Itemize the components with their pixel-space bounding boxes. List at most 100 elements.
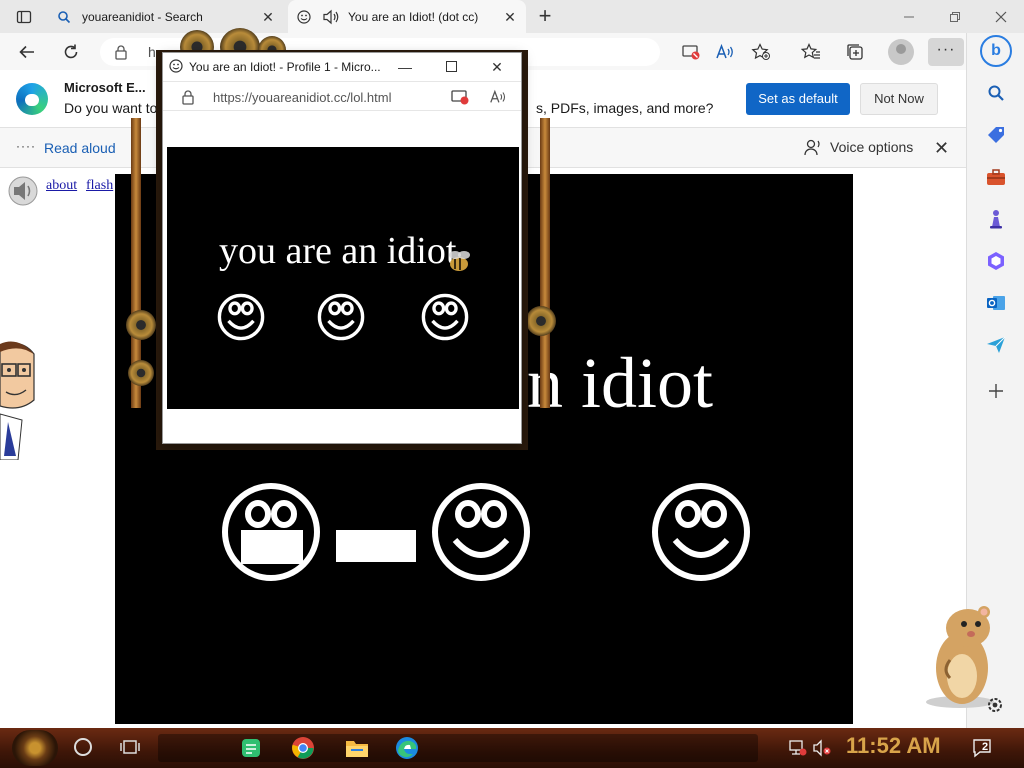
- voice-person-icon: [804, 139, 820, 156]
- sidebar-shopping-button[interactable]: [984, 123, 1008, 147]
- smiley-face-icon: [217, 293, 265, 341]
- tab-strip: youareanidiot - Search ✕ You are an Idio…: [0, 0, 1024, 33]
- profile-avatar[interactable]: [888, 39, 914, 65]
- back-button[interactable]: [12, 37, 42, 67]
- notification-count: 2: [982, 741, 989, 753]
- maximize-icon: [445, 61, 457, 72]
- prompt-text: Do you want to: [64, 100, 158, 116]
- speaker-icon[interactable]: [322, 9, 340, 25]
- popup-maximize-button[interactable]: [441, 57, 461, 77]
- office-icon: [988, 252, 1004, 270]
- tab-close-button[interactable]: ✕: [502, 9, 518, 25]
- favorites-icon: [801, 43, 820, 59]
- network-icon[interactable]: [788, 738, 808, 758]
- smiley-face-icon: [421, 293, 469, 341]
- gear-icon: [128, 360, 154, 386]
- tab-title: You are an Idiot! (dot cc): [348, 9, 479, 24]
- tab-youareanidiot[interactable]: You are an Idiot! (dot cc) ✕: [288, 0, 526, 33]
- search-icon: [56, 9, 72, 25]
- set-as-default-button[interactable]: Set as default: [746, 83, 850, 115]
- lock-icon: [182, 90, 194, 105]
- collections-button[interactable]: [840, 37, 870, 67]
- taskbar-notes-app[interactable]: [238, 735, 264, 761]
- taskbar-explorer-app[interactable]: [344, 735, 370, 761]
- popup-url: https://youareanidiot.cc/lol.html: [213, 90, 392, 105]
- blocked-popup-icon: [682, 45, 700, 60]
- tab-actions-icon: [16, 10, 32, 24]
- read-aloud-label[interactable]: Read aloud: [44, 140, 116, 156]
- star-add-icon: [751, 43, 770, 60]
- edge-logo-icon: [16, 83, 48, 115]
- not-now-button[interactable]: Not Now: [860, 83, 938, 115]
- read-aloud-icon: [716, 44, 733, 59]
- refresh-icon: [64, 44, 78, 59]
- minimize-icon: [904, 16, 914, 17]
- popup-minimize-button[interactable]: —: [395, 57, 415, 77]
- address-text: h: [148, 44, 156, 60]
- popup-title: You are an Idiot! - Profile 1 - Micro...: [189, 60, 381, 74]
- big-headline: n idiot: [527, 343, 714, 423]
- tab-close-button[interactable]: ✕: [260, 9, 276, 25]
- sidebar-search-button[interactable]: [984, 81, 1008, 105]
- tracking-prevention-button[interactable]: [676, 37, 706, 67]
- voice-options-button[interactable]: Voice options: [804, 138, 913, 156]
- steampunk-pipe: [540, 118, 550, 408]
- restore-button[interactable]: [932, 0, 978, 33]
- smiley-icon: [296, 9, 312, 25]
- plus-icon: [989, 384, 1003, 398]
- read-aloud-icon[interactable]: [489, 89, 507, 105]
- about-link[interactable]: about: [46, 178, 77, 194]
- bing-chat-icon[interactable]: b: [980, 35, 1012, 67]
- taskbar-clock[interactable]: 11:52 AM: [846, 733, 941, 759]
- sidebar-add-button[interactable]: [984, 379, 1008, 403]
- settings-more-button[interactable]: ···: [928, 38, 964, 66]
- close-read-aloud-button[interactable]: ✕: [934, 138, 949, 159]
- taskbar-search-icon[interactable]: [74, 738, 92, 756]
- flash-link[interactable]: flash: [86, 178, 113, 194]
- minimize-button[interactable]: [886, 0, 932, 33]
- refresh-button[interactable]: [56, 37, 86, 67]
- sidebar-games-button[interactable]: [984, 207, 1008, 231]
- close-window-button[interactable]: [978, 0, 1024, 33]
- popup-address-bar[interactable]: https://youareanidiot.cc/lol.html: [163, 81, 521, 111]
- taskbar-chrome-app[interactable]: [290, 735, 316, 761]
- lock-icon: [115, 45, 127, 60]
- page-speaker-icon[interactable]: [6, 176, 40, 206]
- new-tab-button[interactable]: +: [532, 4, 558, 30]
- task-view-icon[interactable]: [120, 738, 140, 756]
- popup-titlebar[interactable]: You are an Idiot! - Profile 1 - Micro...…: [163, 53, 521, 81]
- sidebar-office-button[interactable]: [984, 249, 1008, 273]
- tab-search[interactable]: youareanidiot - Search ✕: [48, 0, 284, 33]
- sidebar-tools-button[interactable]: [984, 165, 1008, 189]
- volume-muted-icon[interactable]: [812, 738, 832, 758]
- toolbox-icon: [987, 169, 1005, 185]
- add-favorite-button[interactable]: [746, 37, 776, 67]
- send-icon: [987, 336, 1006, 353]
- glitch-block: [336, 530, 416, 562]
- start-button[interactable]: [12, 730, 58, 766]
- voice-options-label: Voice options: [830, 139, 914, 155]
- read-aloud-more-icon[interactable]: ····: [16, 139, 36, 153]
- tab-actions-button[interactable]: [8, 5, 40, 29]
- favorites-button[interactable]: [796, 37, 826, 67]
- popup-close-button[interactable]: ✕: [487, 57, 507, 77]
- chrome-icon: [292, 737, 314, 759]
- popup-headline: you are an idiot: [219, 230, 457, 272]
- taskbar-edge-app[interactable]: [394, 735, 420, 761]
- taskbar: 11:52 AM 2: [0, 728, 1024, 768]
- shopping-tag-icon: [988, 127, 1004, 143]
- popup-window[interactable]: You are an Idiot! - Profile 1 - Micro...…: [162, 52, 522, 444]
- settings-gear-icon[interactable]: [986, 696, 1004, 714]
- restore-icon: [950, 11, 960, 22]
- smiley-face-icon: [317, 293, 365, 341]
- blocked-popup-icon[interactable]: [451, 89, 469, 105]
- search-icon: [988, 85, 1004, 101]
- read-aloud-button[interactable]: [710, 37, 740, 67]
- smiley-icon: [169, 59, 183, 73]
- prompt-text-tail: s, PDFs, images, and more?: [536, 100, 714, 116]
- folder-icon: [346, 741, 368, 757]
- sidebar-outlook-button[interactable]: [984, 291, 1008, 315]
- sidebar-send-button[interactable]: [984, 333, 1008, 357]
- bee-cursor-icon: [449, 251, 470, 271]
- outlook-icon: [987, 296, 1005, 310]
